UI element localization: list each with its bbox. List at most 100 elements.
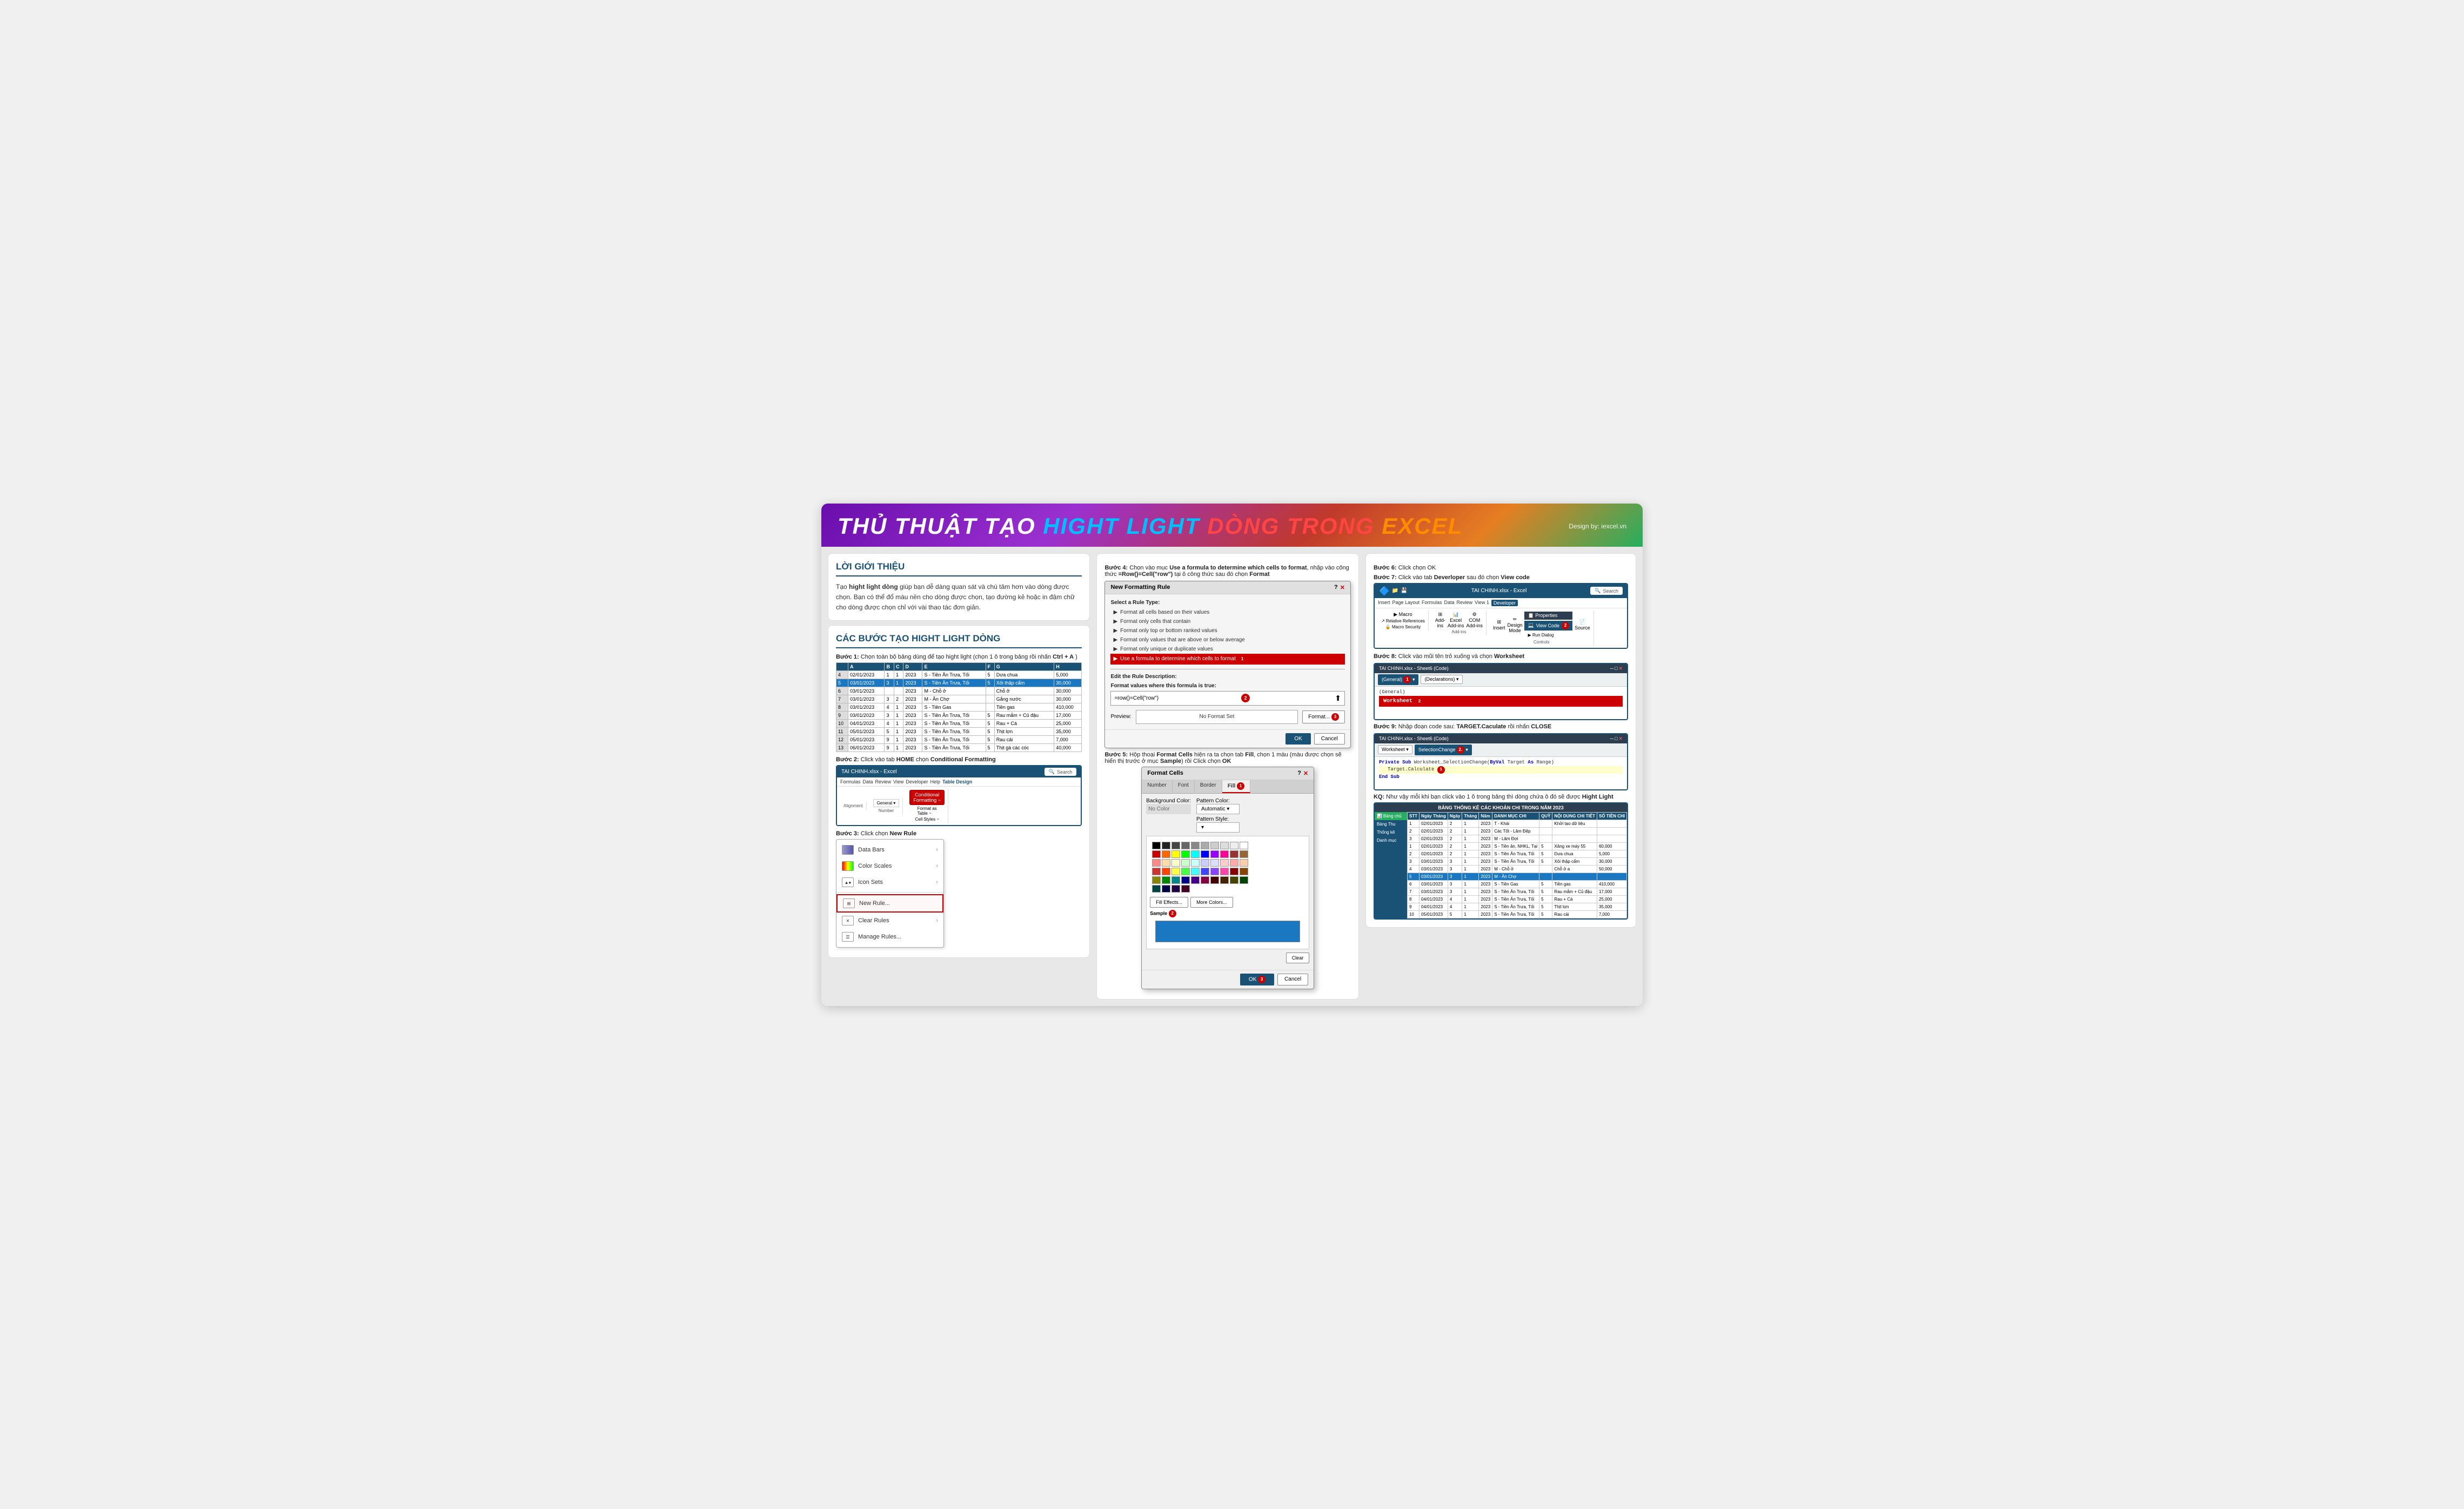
color-green1[interactable] xyxy=(1181,850,1190,858)
nav-bang-tru[interactable]: 📊 Bảng chủ xyxy=(1375,812,1407,820)
color-orange1[interactable] xyxy=(1162,850,1170,858)
color-violet[interactable] xyxy=(1210,868,1219,875)
color-yellow2[interactable] xyxy=(1171,859,1180,867)
macro-btn[interactable]: ▶ Macro xyxy=(1394,612,1412,618)
menu-developer2[interactable]: Developer xyxy=(1491,600,1518,606)
general-dropdown[interactable]: (General) 1 ▾ xyxy=(1378,674,1419,685)
clear-btn[interactable]: Clear xyxy=(1286,953,1310,963)
color-black[interactable] xyxy=(1152,842,1161,849)
color-darkred[interactable] xyxy=(1152,868,1161,875)
vba-minimize[interactable]: ─ xyxy=(1610,666,1613,672)
view-code-btn[interactable]: 💻 View Code 2 xyxy=(1524,621,1572,631)
collapse-btn[interactable]: ⬆ xyxy=(1335,694,1341,703)
color-gray3[interactable] xyxy=(1210,842,1219,849)
insert-ctrl-btn[interactable]: ⊞Insert xyxy=(1493,619,1505,631)
vba-maximize-2[interactable]: □ xyxy=(1615,736,1617,742)
color-darkteal[interactable] xyxy=(1152,885,1161,893)
color-darkwine[interactable] xyxy=(1210,876,1219,884)
menu-data-bars[interactable]: Data Bars › xyxy=(836,842,943,858)
dialog-close-btn[interactable]: ✕ xyxy=(1340,584,1345,591)
tab-font[interactable]: Font xyxy=(1173,780,1195,793)
rule-option-4[interactable]: ▶ Format only values that are above or b… xyxy=(1110,635,1344,645)
properties-btn[interactable]: 📋 Properties xyxy=(1524,612,1572,620)
ok-button[interactable]: OK xyxy=(1285,733,1310,745)
color-yellow1[interactable] xyxy=(1171,850,1180,858)
menu-insert[interactable]: Insert xyxy=(1378,600,1390,606)
format-cells-ok-btn[interactable]: OK 3 xyxy=(1240,974,1274,985)
cancel-button[interactable]: Cancel xyxy=(1314,733,1345,745)
color-purple1[interactable] xyxy=(1210,850,1219,858)
color-brightblue[interactable] xyxy=(1201,868,1209,875)
color-darkolive[interactable] xyxy=(1230,876,1238,884)
menu-new-rule[interactable]: ⊞ New Rule... xyxy=(836,894,943,913)
menu-review2[interactable]: Review xyxy=(1457,600,1473,606)
color-gray5[interactable] xyxy=(1230,842,1238,849)
run-dialog-btn[interactable]: ▶ Run Dialog xyxy=(1524,632,1572,639)
tab-fill[interactable]: Fill 1 xyxy=(1222,780,1250,793)
format-button[interactable]: Format... 3 xyxy=(1302,710,1345,723)
color-darkgreen[interactable] xyxy=(1162,876,1170,884)
vba-close[interactable]: ✕ xyxy=(1618,666,1623,672)
nav-thong-ke[interactable]: Thống kê xyxy=(1375,828,1407,836)
number-format[interactable]: General ▾ xyxy=(873,799,900,807)
color-indigo[interactable] xyxy=(1191,876,1200,884)
menu-data2[interactable]: Data xyxy=(1444,600,1455,606)
color-darknavy[interactable] xyxy=(1181,876,1190,884)
color-pink2[interactable] xyxy=(1220,859,1229,867)
conditional-formatting-btn[interactable]: ConditionalFormatting ~ xyxy=(909,790,945,805)
color-apricot[interactable] xyxy=(1240,859,1248,867)
declarations-dropdown[interactable]: (Declarations) ▾ xyxy=(1421,675,1462,684)
color-lavender[interactable] xyxy=(1210,859,1219,867)
source-btn[interactable]: 📄Source xyxy=(1575,619,1590,631)
tab-border[interactable]: Border xyxy=(1195,780,1222,793)
search-box[interactable]: 🔍 Search xyxy=(1044,768,1077,776)
more-colors-btn[interactable]: More Colors... xyxy=(1190,897,1233,908)
menu-clear-rules[interactable]: ✕ Clear Rules › xyxy=(836,913,943,929)
com-addins-btn[interactable]: ⚙COMAdd-ins xyxy=(1466,612,1483,628)
color-blue1[interactable] xyxy=(1201,850,1209,858)
cell-styles-btn[interactable]: Cell Styles ~ xyxy=(915,817,939,822)
color-pink1[interactable] xyxy=(1220,850,1229,858)
worksheet-option[interactable]: Worksheet 2 xyxy=(1379,696,1623,707)
rule-option-6[interactable]: ▶ Use a formula to determine which cells… xyxy=(1110,654,1344,665)
color-forestgreen[interactable] xyxy=(1240,876,1248,884)
color-cyan2[interactable] xyxy=(1191,859,1200,867)
color-wine[interactable] xyxy=(1201,876,1209,884)
color-cyan1[interactable] xyxy=(1191,850,1200,858)
color-red1[interactable] xyxy=(1152,850,1161,858)
automatic-dropdown[interactable]: Automatic ▾ xyxy=(1196,804,1240,814)
menu-help[interactable]: Help xyxy=(930,779,940,784)
color-gray4[interactable] xyxy=(1220,842,1229,849)
menu-manage-rules[interactable]: ☰ Manage Rules... xyxy=(836,929,943,945)
event-selector[interactable]: SelectionChange 2. ▾ xyxy=(1415,745,1472,755)
color-olive[interactable] xyxy=(1240,868,1248,875)
menu-formulas2[interactable]: Formulas xyxy=(1422,600,1442,606)
color-burgundy[interactable] xyxy=(1181,885,1190,893)
color-brightgreen[interactable] xyxy=(1181,868,1190,875)
design-mode-btn[interactable]: ✏DesignMode xyxy=(1507,616,1522,633)
color-darkmaroon[interactable] xyxy=(1230,868,1238,875)
rule-option-5[interactable]: ▶ Format only unique or duplicate values xyxy=(1110,645,1344,654)
menu-view2[interactable]: View 1 xyxy=(1475,600,1489,606)
menu-review[interactable]: Review xyxy=(875,779,892,784)
rule-option-3[interactable]: ▶ Format only top or bottom ranked value… xyxy=(1110,626,1344,635)
formula-input-box[interactable]: =row()=Cell("row") 2 ⬆ xyxy=(1110,691,1344,706)
vba-minimize-2[interactable]: ─ xyxy=(1610,736,1613,742)
color-salmon[interactable] xyxy=(1230,859,1238,867)
color-peach1[interactable] xyxy=(1162,859,1170,867)
addins-btn[interactable]: ⊞Add-ins xyxy=(1435,612,1445,628)
excel-addins-btn[interactable]: 📊ExcelAdd-ins xyxy=(1448,612,1464,628)
format-cells-cancel-btn[interactable]: Cancel xyxy=(1277,974,1308,985)
color-brightyellow[interactable] xyxy=(1171,868,1180,875)
color-maroon1[interactable] xyxy=(1230,850,1238,858)
menu-formulas[interactable]: Formulas xyxy=(840,779,861,784)
fill-effects-btn[interactable]: Fill Effects... xyxy=(1150,897,1188,908)
color-teal[interactable] xyxy=(1171,876,1180,884)
menu-color-scales[interactable]: Color Scales › xyxy=(836,858,943,874)
menu-icon-sets[interactable]: ▲● Icon Sets › xyxy=(836,874,943,890)
color-espresso[interactable] xyxy=(1220,876,1229,884)
format-as-table-btn[interactable]: Format asTable ~ xyxy=(918,806,937,816)
menu-page-layout[interactable]: Page Layout xyxy=(1392,600,1420,606)
color-brown1[interactable] xyxy=(1240,850,1248,858)
vba-close-2[interactable]: ✕ xyxy=(1618,736,1623,742)
